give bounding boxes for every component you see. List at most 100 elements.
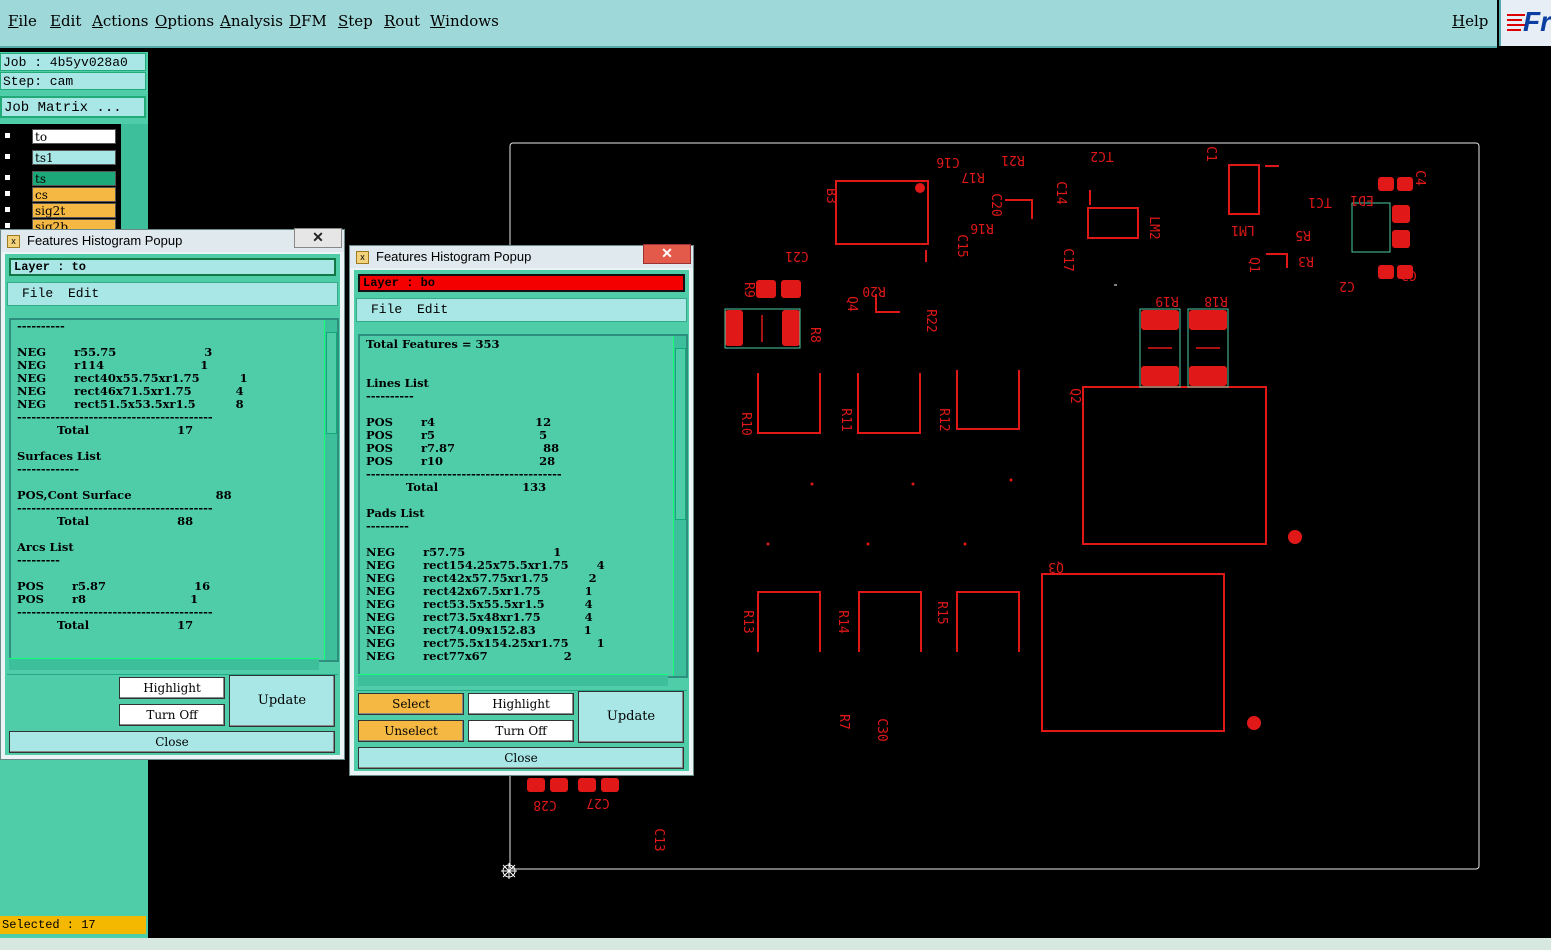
close-icon[interactable]: ✕ [643, 244, 691, 264]
ref-designator: Q2 [1067, 388, 1082, 404]
pad [1189, 366, 1227, 386]
ref-designator: R21 [1001, 152, 1024, 167]
step-name: Step: cam [0, 72, 146, 90]
job-name: Job : 4b5yv028a0 [0, 53, 146, 71]
histogram-list[interactable]: ---------- NEG r55.75 3 NEG r114 1 NEG r… [9, 318, 339, 662]
ref-designator: Q3 [1048, 559, 1064, 574]
layer-label[interactable]: ts [32, 171, 116, 186]
ref-designator: C14 [1053, 181, 1068, 205]
horizontal-scrollbar[interactable] [9, 658, 319, 670]
pad [1378, 265, 1394, 279]
layer-label[interactable]: cs [32, 187, 116, 202]
pad [1141, 366, 1179, 386]
ref-designator: C13 [651, 828, 666, 851]
ref-designator: C1 [1203, 146, 1218, 162]
ref-designator: TC2 [1090, 148, 1113, 163]
pad [1392, 205, 1410, 223]
popup-titlebar[interactable]: x Features Histogram Popup ✕ [350, 244, 693, 268]
ref-designator: LM1 [1231, 222, 1254, 237]
popup-button-area: Select Unselect Highlight Turn Off Updat… [356, 690, 687, 777]
layer-label[interactable]: to [32, 129, 116, 144]
layer-list: to ts1 ts cs sig2t sig2b [0, 124, 121, 230]
popup-menu-file[interactable]: File [22, 283, 53, 305]
layer-row[interactable]: ts1 [0, 150, 120, 165]
layer-label[interactable]: sig2t [32, 203, 116, 218]
vertical-scrollbar[interactable] [324, 320, 337, 660]
origin-marker [501, 863, 517, 879]
histogram-list[interactable]: Total Features = 353 Lines List --------… [358, 334, 688, 678]
ref-designator: C4 [1412, 170, 1427, 186]
unselect-button[interactable]: Unselect [358, 720, 464, 742]
taskbar [0, 938, 1551, 950]
ref-designator: R8 [807, 327, 822, 343]
ref-designator: ED1 [1350, 192, 1373, 207]
turn-off-button[interactable]: Turn Off [119, 704, 225, 726]
scroll-thumb[interactable] [675, 348, 686, 520]
ref-designator: R5 [1295, 227, 1311, 242]
layer-row[interactable]: sig2t [0, 203, 120, 218]
layer-list-scrollbar[interactable] [121, 124, 148, 230]
menu-dfm[interactable]: DFM [289, 12, 327, 30]
update-button[interactable]: Update [578, 691, 684, 743]
popup-menu-bar: File Edit [356, 298, 687, 322]
menu-edit[interactable]: Edit [50, 12, 81, 30]
close-button[interactable]: Close [358, 747, 684, 769]
layer-row[interactable]: ts [0, 171, 120, 186]
close-button[interactable]: Close [9, 731, 335, 753]
menu-options[interactable]: Options [155, 12, 214, 30]
vertical-scrollbar[interactable] [673, 336, 686, 676]
layer-checkbox[interactable] [3, 131, 12, 140]
layer-checkbox[interactable] [3, 152, 12, 161]
menu-help[interactable]: Help [1452, 12, 1488, 30]
ref-designator: C15 [954, 234, 969, 257]
popup-menu-edit[interactable]: Edit [417, 299, 448, 321]
popup-titlebar[interactable]: x Features Histogram Popup ✕ [1, 228, 344, 252]
ref-designator: C2 [1339, 278, 1355, 293]
popup-menu-file[interactable]: File [371, 299, 402, 321]
histogram-text: Total Features = 353 Lines List --------… [366, 337, 605, 663]
job-matrix-button[interactable]: Job Matrix ... [0, 96, 146, 118]
menu-file[interactable]: File [8, 12, 37, 30]
popup-body: Layer : to File Edit ---------- NEG r55.… [5, 254, 340, 755]
highlight-button[interactable]: Highlight [468, 693, 574, 715]
via-pad [1288, 530, 1302, 544]
layer-checkbox[interactable] [3, 173, 12, 182]
popup-title: Features Histogram Popup [27, 233, 183, 248]
layer-label[interactable]: ts1 [32, 150, 116, 165]
via-pad [1247, 716, 1261, 730]
ref-designator: LM2 [1146, 216, 1161, 239]
ref-designator: C21 [785, 248, 808, 263]
popup-title: Features Histogram Popup [376, 249, 532, 264]
ref-designator: R11 [838, 408, 853, 431]
pad [725, 310, 743, 346]
highlight-button[interactable]: Highlight [119, 677, 225, 699]
update-button[interactable]: Update [229, 675, 335, 727]
close-icon[interactable]: ✕ [294, 228, 342, 248]
layer-row[interactable]: to [0, 129, 120, 144]
menu-analysis[interactable]: Analysis [220, 12, 283, 30]
scroll-thumb[interactable] [326, 332, 337, 434]
layer-checkbox[interactable] [3, 189, 12, 198]
ref-designator: R14 [835, 610, 850, 634]
menu-step[interactable]: Step [338, 12, 373, 30]
layer-checkbox[interactable] [3, 205, 12, 214]
menu-actions[interactable]: Actions [92, 12, 148, 30]
pad [601, 778, 619, 792]
ref-designator: C16 [936, 154, 959, 169]
ref-designator: R17 [961, 169, 984, 184]
brand-logo: Fr [1499, 0, 1551, 46]
menu-windows[interactable]: Windows [430, 12, 499, 30]
layer-row[interactable]: cs [0, 187, 120, 202]
horizontal-scrollbar[interactable] [358, 674, 668, 686]
popup-body: Layer : bo File Edit Total Features = 35… [354, 270, 689, 771]
popup-menu-edit[interactable]: Edit [68, 283, 99, 305]
ref-designator: R16 [970, 220, 993, 235]
menu-rout[interactable]: Rout [384, 12, 420, 30]
ref-designator: C30 [874, 718, 889, 741]
select-button[interactable]: Select [358, 693, 464, 715]
pad [578, 778, 596, 792]
popup-menu-bar: File Edit [7, 282, 338, 306]
menu-bar: File Edit Actions Options Analysis DFM S… [0, 0, 1497, 48]
ref-designator: R20 [862, 283, 885, 298]
turn-off-button[interactable]: Turn Off [468, 720, 574, 742]
